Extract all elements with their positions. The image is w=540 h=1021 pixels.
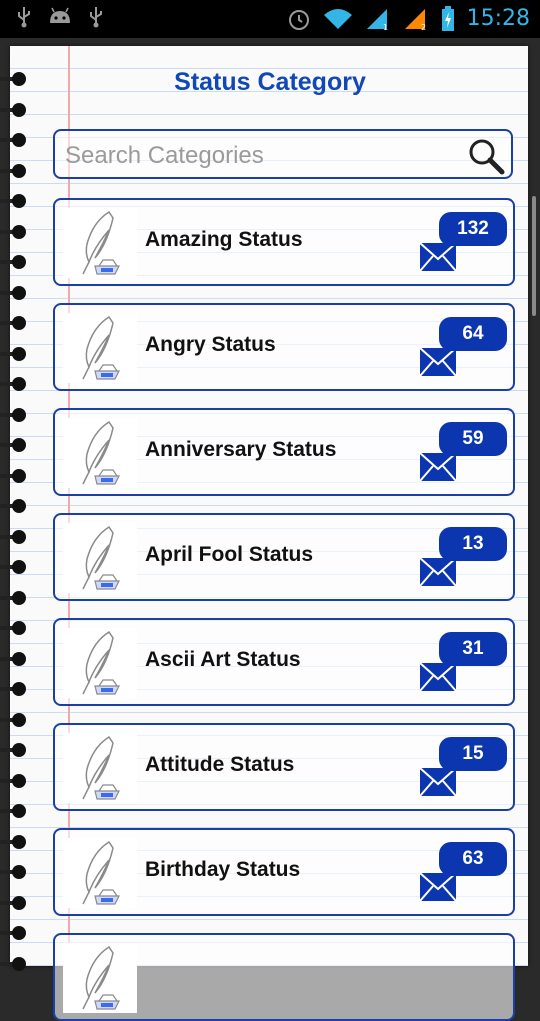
binding-ring (0, 194, 34, 208)
svg-text:2: 2 (421, 23, 426, 31)
search-icon[interactable] (467, 137, 505, 175)
binding-ring (0, 590, 34, 605)
signal-sim2-icon: 2 (404, 9, 426, 31)
binding-ring (0, 529, 34, 544)
binding-ring (0, 346, 34, 361)
binding-ring (0, 133, 34, 147)
count-badge: 15 (439, 737, 507, 771)
binding-ring (0, 285, 34, 300)
category-name: Amazing Status (145, 228, 303, 251)
count-badge: 63 (439, 842, 507, 876)
binding-ring (0, 163, 34, 178)
usb-icon (18, 7, 30, 28)
quill-ink-icon (63, 943, 137, 1013)
binding-ring (0, 804, 34, 818)
binding-ring (0, 255, 34, 269)
quill-ink-icon (63, 313, 137, 383)
category-name: Anniversary Status (145, 438, 337, 461)
binding-ring (0, 956, 34, 971)
binding-ring (0, 102, 34, 117)
binding-ring (0, 773, 34, 788)
scrollbar[interactable] (532, 196, 536, 316)
list-item[interactable]: Anniversary Status 59 (53, 408, 515, 496)
binding-ring (0, 377, 34, 391)
binding-ring (0, 712, 34, 727)
category-name: Angry Status (145, 333, 276, 356)
quill-ink-icon (63, 418, 137, 488)
category-name: Birthday Status (145, 858, 301, 881)
quill-ink-icon (63, 523, 137, 593)
count-badge: 13 (439, 527, 507, 561)
usb-icon (90, 7, 102, 28)
binding-ring (0, 224, 34, 239)
quill-ink-icon (63, 628, 137, 698)
battery-charging-icon (441, 6, 454, 31)
list-item[interactable]: April Fool Status 13 (53, 513, 515, 601)
binding-ring (0, 682, 34, 696)
svg-text:1: 1 (383, 23, 388, 31)
list-item[interactable]: Ascii Art Status 31 (53, 618, 515, 706)
count-badge: 59 (439, 422, 507, 456)
quill-ink-icon (63, 208, 137, 278)
search-box[interactable] (53, 129, 513, 179)
binding-ring (0, 407, 34, 422)
binding-ring (0, 438, 34, 452)
quill-ink-icon (63, 733, 137, 803)
binding-ring (0, 621, 34, 635)
category-name: Attitude Status (145, 753, 295, 776)
count-badge: 31 (439, 632, 507, 666)
android-debug-icon (50, 7, 70, 23)
signal-sim1-icon: 1 (366, 9, 388, 31)
category-name: Ascii Art Status (145, 648, 301, 671)
list-item[interactable] (53, 933, 515, 1021)
binding-ring (0, 743, 34, 757)
page-title: Status Category (174, 68, 366, 96)
category-name: April Fool Status (145, 543, 313, 566)
binding-ring (0, 468, 34, 483)
wifi-icon (323, 9, 352, 29)
list-item[interactable]: Angry Status 64 (53, 303, 515, 391)
binding-ring (0, 560, 34, 574)
binding-ring (0, 499, 34, 513)
quill-ink-icon (63, 838, 137, 908)
binding-ring (0, 834, 34, 849)
status-bar: 1 2 15:28 (0, 0, 540, 38)
count-badge: 132 (439, 212, 507, 246)
list-item[interactable]: Amazing Status 132 (53, 198, 515, 286)
clock: 15:28 (466, 6, 530, 31)
binding-ring (0, 895, 34, 910)
binding-ring (0, 865, 34, 879)
list-item[interactable]: Birthday Status 63 (53, 828, 515, 916)
list-item[interactable]: Attitude Status 15 (53, 723, 515, 811)
binding-ring (0, 651, 34, 666)
count-badge: 64 (439, 317, 507, 351)
search-input[interactable] (63, 139, 462, 173)
alarm-icon (288, 10, 309, 30)
binding-ring (0, 316, 34, 330)
binding-ring (0, 926, 34, 940)
